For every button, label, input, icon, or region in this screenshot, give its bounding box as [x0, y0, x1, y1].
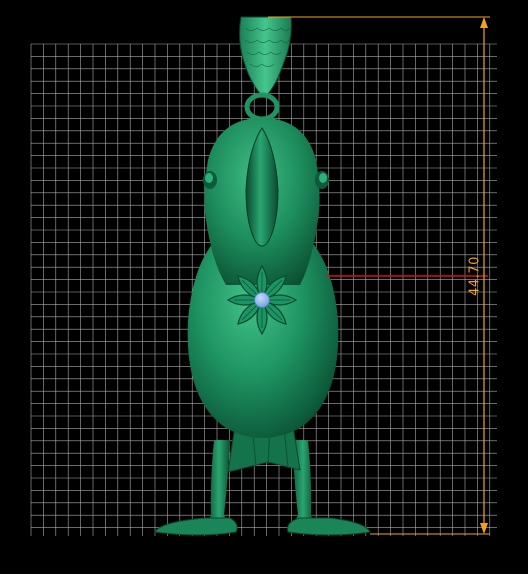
- left-leg: [208, 440, 230, 523]
- flower-emblem: [226, 264, 298, 336]
- 3d-viewport[interactable]: 44.70: [0, 0, 528, 570]
- viewport-canvas: [30, 16, 497, 536]
- right-eye: [315, 171, 329, 189]
- right-foot: [287, 517, 371, 536]
- pendant-bail: [239, 16, 292, 97]
- jump-ring: [244, 92, 280, 122]
- center-gem: [254, 292, 270, 308]
- left-eye: [203, 171, 217, 189]
- height-dimension-label: 44.70: [467, 256, 483, 296]
